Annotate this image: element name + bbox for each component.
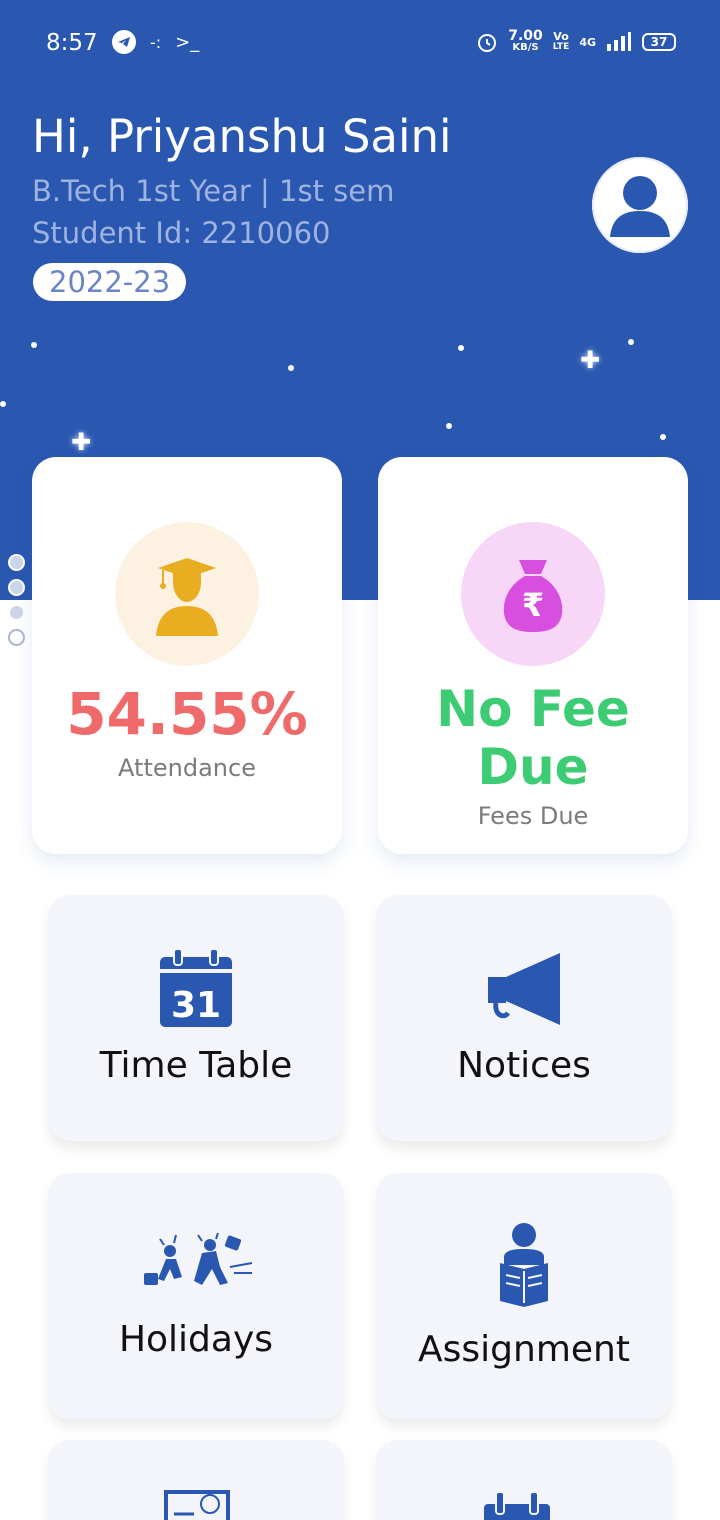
fees-label: Fees Due [477,802,589,830]
profile-avatar[interactable] [592,157,688,253]
fees-value: No Fee Due [436,680,630,796]
sparkle-decoration: ✚ [71,428,92,456]
star-decoration [628,339,634,345]
signal-icon [607,32,631,51]
session-badge[interactable]: 2022-23 [33,263,187,301]
menu-label-holidays: Holidays [118,1319,274,1360]
star-decoration [446,423,452,429]
menu-card-partial-right[interactable] [376,1440,672,1520]
star-decoration [31,342,37,348]
menu-label-notices: Notices [457,1045,591,1086]
megaphone-icon [474,943,574,1029]
reader-icon [474,1223,574,1307]
terminal-icon: >_ [175,31,200,53]
network-type: 4G [579,35,596,49]
attendance-icon-circle [115,522,259,666]
indicator-dot [8,579,25,596]
menu-card-holidays[interactable]: Holidays [48,1173,344,1419]
notification-icons: -: >_ [112,30,199,54]
money-bag-icon: ₹ [503,560,563,632]
program-info: B.Tech 1st Year | 1st sem [32,174,395,208]
fees-card[interactable]: ₹ No Fee Due Fees Due [378,457,688,854]
calendar-partial-icon [482,1490,552,1520]
net-speed: 7.00 KB/S [508,28,543,53]
calendar-day: 31 [171,985,221,1026]
star-decoration [660,434,666,440]
fees-icon-circle: ₹ [461,522,605,666]
attendance-card[interactable]: 54.55% Attendance [32,457,342,854]
attendance-value: 54.55% [66,680,308,748]
star-decoration [0,401,6,407]
sparkle-decoration: ✚ [580,346,601,374]
menu-label-time-table: Time Table [99,1045,293,1086]
user-icon [610,176,670,237]
menu-card-time-table[interactable]: 31 Time Table [48,895,344,1141]
board-icon [164,1490,230,1520]
menu-label-assignment: Assignment [418,1329,630,1370]
menu-card-partial-left[interactable] [48,1440,344,1520]
calendar-icon: 31 [146,943,246,1029]
menu-card-notices[interactable]: Notices [376,895,672,1141]
student-id: Student Id: 2210060 [32,216,331,250]
system-icons: 7.00 KB/S Vo LTE 4G 37 [476,28,676,54]
status-bar: 8:57 -: >_ 7.00 KB/S Vo LTE 4G 37 [0,0,720,88]
alarm-icon [478,34,497,52]
dots-icon: -: [150,32,162,52]
menu-card-assignment[interactable]: Assignment [376,1173,672,1419]
telegram-icon [112,30,136,54]
star-decoration [458,345,464,351]
status-time: 8:57 [46,30,98,56]
holidays-icon [136,1229,256,1299]
attendance-label: Attendance [118,754,256,782]
indicator-dot [8,629,25,646]
star-decoration [288,365,294,371]
greeting-title: Hi, Priyanshu Saini [32,110,452,163]
graduate-icon [156,558,218,636]
indicator-dot [8,554,25,571]
indicator-dot [8,604,25,621]
svg-text:₹: ₹ [522,586,544,624]
battery-icon: 37 [642,33,676,51]
side-indicator [8,554,25,646]
volte-indicator: Vo LTE [552,30,570,52]
